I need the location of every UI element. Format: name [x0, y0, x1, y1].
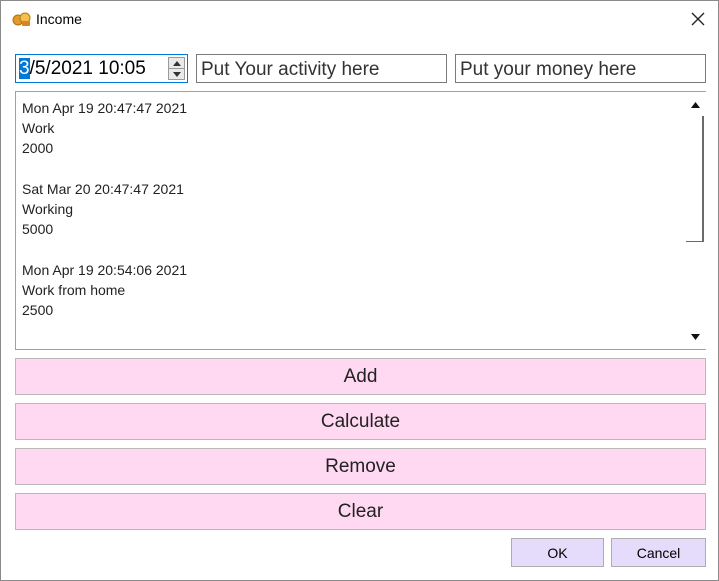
- list-item[interactable]: Mon Apr 19 20:54:06 2021 Work from home …: [22, 260, 187, 320]
- entry-activity: Work from home: [22, 282, 126, 298]
- title-bar: Income: [1, 1, 718, 39]
- income-dialog: Income 3/5/2021 10:05 Put Your activity …: [0, 0, 719, 581]
- close-icon: [691, 11, 705, 30]
- add-button[interactable]: Add: [15, 358, 706, 395]
- activity-input[interactable]: Put Your activity here: [196, 54, 447, 83]
- list-item[interactable]: Sat Mar 20 20:47:47 2021 Working 5000: [22, 179, 187, 239]
- entries-list[interactable]: Mon Apr 19 20:47:47 2021 Work 2000 Sat M…: [15, 91, 706, 350]
- coins-icon: [12, 11, 32, 27]
- entry-amount: 5000: [22, 221, 54, 237]
- spin-down-button[interactable]: [169, 69, 184, 79]
- entry-date: Mon Apr 19 20:47:47 2021: [22, 100, 188, 116]
- ok-button[interactable]: OK: [511, 538, 604, 567]
- scrollbar-thumb[interactable]: [686, 116, 704, 242]
- entry-activity: Work: [22, 120, 55, 136]
- datetime-rest: /5/2021 10:05: [29, 58, 146, 79]
- datetime-spinner: [168, 57, 185, 80]
- scroll-down-button[interactable]: [686, 327, 704, 347]
- scroll-down-icon: [690, 334, 700, 340]
- entry-date: Mon Apr 19 20:54:06 2021: [22, 262, 188, 278]
- money-input[interactable]: Put your money here: [455, 54, 706, 83]
- down-arrow-icon: [172, 71, 181, 77]
- close-button[interactable]: [683, 7, 713, 33]
- scroll-up-button[interactable]: [686, 95, 704, 115]
- entry-amount: 2000: [22, 140, 54, 156]
- list-item[interactable]: Mon Apr 19 20:47:47 2021 Work 2000: [22, 98, 187, 158]
- entry-date: Sat Mar 20 20:47:47 2021: [22, 181, 184, 197]
- cancel-button[interactable]: Cancel: [611, 538, 706, 567]
- remove-button[interactable]: Remove: [15, 448, 706, 485]
- datetime-picker[interactable]: 3/5/2021 10:05: [15, 54, 188, 83]
- datetime-value: 3/5/2021 10:05: [19, 58, 146, 80]
- up-arrow-icon: [172, 60, 181, 66]
- entry-activity: Working: [22, 201, 74, 217]
- vertical-scrollbar[interactable]: [684, 92, 706, 349]
- calculate-button[interactable]: Calculate: [15, 403, 706, 440]
- clear-button[interactable]: Clear: [15, 493, 706, 530]
- activity-placeholder: Put Your activity here: [201, 59, 380, 80]
- scroll-up-icon: [690, 102, 700, 108]
- entry-amount: 2500: [22, 302, 54, 318]
- window-title: Income: [36, 11, 82, 27]
- datetime-selected-part: 3: [19, 58, 30, 79]
- money-placeholder: Put your money here: [460, 59, 637, 80]
- spin-up-button[interactable]: [169, 58, 184, 69]
